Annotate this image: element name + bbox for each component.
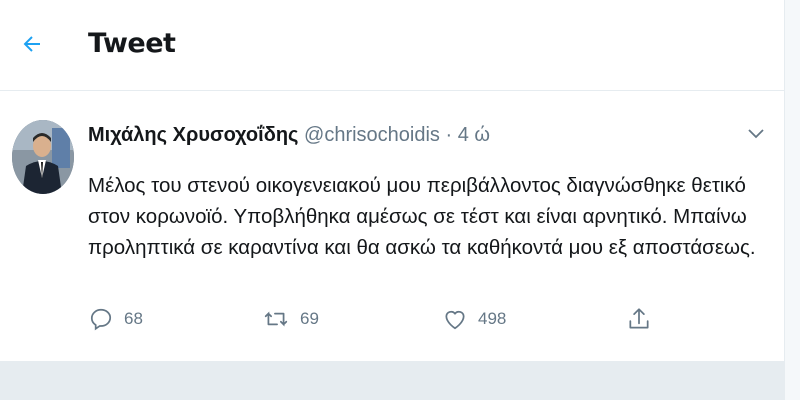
section-divider: [0, 362, 785, 400]
avatar[interactable]: [12, 120, 74, 194]
more-options-button[interactable]: [744, 122, 768, 146]
author-handle[interactable]: @chrisochoidis: [304, 124, 440, 146]
back-button[interactable]: [14, 26, 50, 62]
like-count: 498: [478, 309, 507, 328]
arrow-left-icon: [23, 36, 40, 52]
reply-icon: [90, 308, 112, 331]
chevron-down-icon: [748, 129, 764, 139]
page-title: Tweet: [88, 28, 176, 59]
retweet-icon: [264, 311, 288, 327]
share-icon: [629, 308, 649, 329]
share-button[interactable]: [626, 306, 652, 332]
retweet-count: 69: [300, 309, 319, 328]
reply-button[interactable]: 68: [88, 306, 143, 332]
tweet-time[interactable]: 4 ώ: [458, 124, 490, 146]
page-header: Tweet: [0, 0, 785, 91]
meta-separator: ·: [445, 124, 453, 146]
reply-count: 68: [124, 309, 143, 328]
tweet-meta: Μιχάλης Χρυσοχοΐδης @chrisochoidis · 4 ώ: [88, 124, 490, 147]
avatar-image: [12, 120, 74, 194]
like-button[interactable]: 498: [442, 306, 506, 332]
tweet-text: Μέλος του στενού οικογενειακού μου περιβ…: [88, 174, 756, 259]
author-name[interactable]: Μιχάλης Χρυσοχοΐδης: [88, 124, 298, 146]
retweet-button[interactable]: 69: [262, 306, 319, 332]
heart-icon: [445, 310, 465, 330]
scrollbar[interactable]: [784, 0, 800, 400]
